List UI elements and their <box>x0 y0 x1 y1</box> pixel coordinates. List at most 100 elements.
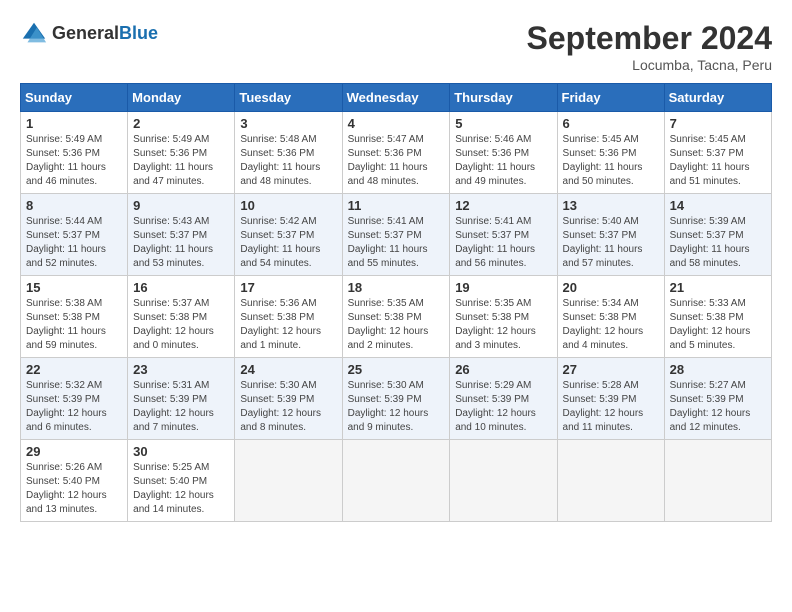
day-number: 27 <box>563 362 659 377</box>
calendar-cell: 12Sunrise: 5:41 AM Sunset: 5:37 PM Dayli… <box>450 194 557 276</box>
day-info: Sunrise: 5:38 AM Sunset: 5:38 PM Dayligh… <box>26 297 122 353</box>
day-info: Sunrise: 5:45 AM Sunset: 5:37 PM Dayligh… <box>670 133 766 189</box>
day-number: 3 <box>240 116 336 131</box>
title-block: September 2024 Locumba, Tacna, Peru <box>527 20 772 73</box>
col-tuesday: Tuesday <box>235 84 342 112</box>
day-info: Sunrise: 5:49 AM Sunset: 5:36 PM Dayligh… <box>133 133 229 189</box>
day-info: Sunrise: 5:33 AM Sunset: 5:38 PM Dayligh… <box>670 297 766 353</box>
day-info: Sunrise: 5:49 AM Sunset: 5:36 PM Dayligh… <box>26 133 122 189</box>
day-info: Sunrise: 5:41 AM Sunset: 5:37 PM Dayligh… <box>348 215 445 271</box>
page-header: GeneralBlue September 2024 Locumba, Tacn… <box>20 20 772 73</box>
day-number: 22 <box>26 362 122 377</box>
day-number: 6 <box>563 116 659 131</box>
day-info: Sunrise: 5:34 AM Sunset: 5:38 PM Dayligh… <box>563 297 659 353</box>
day-number: 20 <box>563 280 659 295</box>
day-number: 23 <box>133 362 229 377</box>
day-number: 5 <box>455 116 551 131</box>
logo-blue-text: Blue <box>119 23 158 43</box>
calendar-cell: 20 Sunrise: 5:34 AM Sunset: 5:38 PM Dayli… <box>557 276 664 358</box>
calendar-cell <box>557 440 664 522</box>
day-number: 10 <box>240 198 336 213</box>
calendar-cell: 13 Sunrise: 5:40 AM Sunset: 5:37 PM Dayli… <box>557 194 664 276</box>
day-info: Sunrise: 5:27 AM Sunset: 5:39 PM Dayligh… <box>670 379 766 435</box>
calendar-cell: 19Sunrise: 5:35 AM Sunset: 5:38 PM Dayli… <box>450 276 557 358</box>
calendar-cell: 22 Sunrise: 5:32 AM Sunset: 5:39 PM Dayli… <box>21 358 128 440</box>
day-number: 24 <box>240 362 336 377</box>
day-number: 21 <box>670 280 766 295</box>
logo: GeneralBlue <box>20 20 158 48</box>
calendar-cell: 27 Sunrise: 5:28 AM Sunset: 5:39 PM Dayli… <box>557 358 664 440</box>
day-info: Sunrise: 5:30 AM Sunset: 5:39 PM Dayligh… <box>240 379 336 435</box>
calendar-cell <box>235 440 342 522</box>
calendar-cell: 1 Sunrise: 5:49 AM Sunset: 5:36 PM Daylig… <box>21 112 128 194</box>
day-number: 2 <box>133 116 229 131</box>
logo-icon <box>20 20 48 48</box>
day-info: Sunrise: 5:45 AM Sunset: 5:36 PM Dayligh… <box>563 133 659 189</box>
calendar-cell: 4 Sunrise: 5:47 AM Sunset: 5:36 PM Daylig… <box>342 112 450 194</box>
calendar-cell: 2 Sunrise: 5:49 AM Sunset: 5:36 PM Daylig… <box>128 112 235 194</box>
calendar-cell: 16 Sunrise: 5:37 AM Sunset: 5:38 PM Dayli… <box>128 276 235 358</box>
calendar-cell <box>450 440 557 522</box>
col-monday: Monday <box>128 84 235 112</box>
calendar-cell: 6 Sunrise: 5:45 AM Sunset: 5:36 PM Daylig… <box>557 112 664 194</box>
day-number: 15 <box>26 280 122 295</box>
day-number: 26 <box>455 362 551 377</box>
calendar-cell: 18 Sunrise: 5:35 AM Sunset: 5:38 PM Dayli… <box>342 276 450 358</box>
day-info: Sunrise: 5:47 AM Sunset: 5:36 PM Dayligh… <box>348 133 445 189</box>
calendar-cell: 11Sunrise: 5:41 AM Sunset: 5:37 PM Dayli… <box>342 194 450 276</box>
calendar-cell: 23 Sunrise: 5:31 AM Sunset: 5:39 PM Dayli… <box>128 358 235 440</box>
month-year-title: September 2024 <box>527 20 772 57</box>
day-info: Sunrise: 5:29 AM Sunset: 5:39 PM Dayligh… <box>455 379 551 435</box>
calendar-cell <box>342 440 450 522</box>
col-friday: Friday <box>557 84 664 112</box>
day-info: Sunrise: 5:48 AM Sunset: 5:36 PM Dayligh… <box>240 133 336 189</box>
day-number: 13 <box>563 198 659 213</box>
calendar-cell: 10 Sunrise: 5:42 AM Sunset: 5:37 PM Dayli… <box>235 194 342 276</box>
day-info: Sunrise: 5:40 AM Sunset: 5:37 PM Dayligh… <box>563 215 659 271</box>
day-number: 29 <box>26 444 122 459</box>
day-info: Sunrise: 5:36 AM Sunset: 5:38 PM Dayligh… <box>240 297 336 353</box>
day-info: Sunrise: 5:37 AM Sunset: 5:38 PM Dayligh… <box>133 297 229 353</box>
day-number: 8 <box>26 198 122 213</box>
calendar-cell: 25Sunrise: 5:30 AM Sunset: 5:39 PM Dayli… <box>342 358 450 440</box>
day-info: Sunrise: 5:42 AM Sunset: 5:37 PM Dayligh… <box>240 215 336 271</box>
day-info: Sunrise: 5:43 AM Sunset: 5:37 PM Dayligh… <box>133 215 229 271</box>
col-sunday: Sunday <box>21 84 128 112</box>
day-info: Sunrise: 5:35 AM Sunset: 5:38 PM Dayligh… <box>348 297 445 353</box>
calendar-cell: 8 Sunrise: 5:44 AM Sunset: 5:37 PM Daylig… <box>21 194 128 276</box>
calendar-cell: 28 Sunrise: 5:27 AM Sunset: 5:39 PM Dayli… <box>664 358 771 440</box>
calendar-header-row: Sunday Monday Tuesday Wednesday Thursday… <box>21 84 772 112</box>
calendar-cell: 3 Sunrise: 5:48 AM Sunset: 5:36 PM Daylig… <box>235 112 342 194</box>
day-info: Sunrise: 5:31 AM Sunset: 5:39 PM Dayligh… <box>133 379 229 435</box>
col-thursday: Thursday <box>450 84 557 112</box>
calendar-week-row: 8 Sunrise: 5:44 AM Sunset: 5:37 PM Daylig… <box>21 194 772 276</box>
day-number: 7 <box>670 116 766 131</box>
col-saturday: Saturday <box>664 84 771 112</box>
day-number: 19 <box>455 280 551 295</box>
calendar-cell: 17Sunrise: 5:36 AM Sunset: 5:38 PM Dayli… <box>235 276 342 358</box>
calendar-cell: 9Sunrise: 5:43 AM Sunset: 5:37 PM Daylig… <box>128 194 235 276</box>
day-info: Sunrise: 5:46 AM Sunset: 5:36 PM Dayligh… <box>455 133 551 189</box>
day-number: 16 <box>133 280 229 295</box>
calendar-week-row: 15 Sunrise: 5:38 AM Sunset: 5:38 PM Dayli… <box>21 276 772 358</box>
day-number: 12 <box>455 198 551 213</box>
day-info: Sunrise: 5:44 AM Sunset: 5:37 PM Dayligh… <box>26 215 122 271</box>
logo-general-text: General <box>52 23 119 43</box>
calendar-cell: 24 Sunrise: 5:30 AM Sunset: 5:39 PM Dayli… <box>235 358 342 440</box>
day-number: 18 <box>348 280 445 295</box>
calendar-cell <box>664 440 771 522</box>
day-info: Sunrise: 5:25 AM Sunset: 5:40 PM Dayligh… <box>133 461 229 517</box>
day-info: Sunrise: 5:30 AM Sunset: 5:39 PM Dayligh… <box>348 379 445 435</box>
day-number: 1 <box>26 116 122 131</box>
calendar-cell: 14Sunrise: 5:39 AM Sunset: 5:37 PM Dayli… <box>664 194 771 276</box>
day-number: 4 <box>348 116 445 131</box>
location-subtitle: Locumba, Tacna, Peru <box>527 57 772 73</box>
day-number: 28 <box>670 362 766 377</box>
day-info: Sunrise: 5:32 AM Sunset: 5:39 PM Dayligh… <box>26 379 122 435</box>
calendar-week-row: 29 Sunrise: 5:26 AM Sunset: 5:40 PM Dayli… <box>21 440 772 522</box>
calendar-week-row: 22 Sunrise: 5:32 AM Sunset: 5:39 PM Dayli… <box>21 358 772 440</box>
day-info: Sunrise: 5:26 AM Sunset: 5:40 PM Dayligh… <box>26 461 122 517</box>
calendar-cell: 26 Sunrise: 5:29 AM Sunset: 5:39 PM Dayli… <box>450 358 557 440</box>
day-info: Sunrise: 5:28 AM Sunset: 5:39 PM Dayligh… <box>563 379 659 435</box>
col-wednesday: Wednesday <box>342 84 450 112</box>
